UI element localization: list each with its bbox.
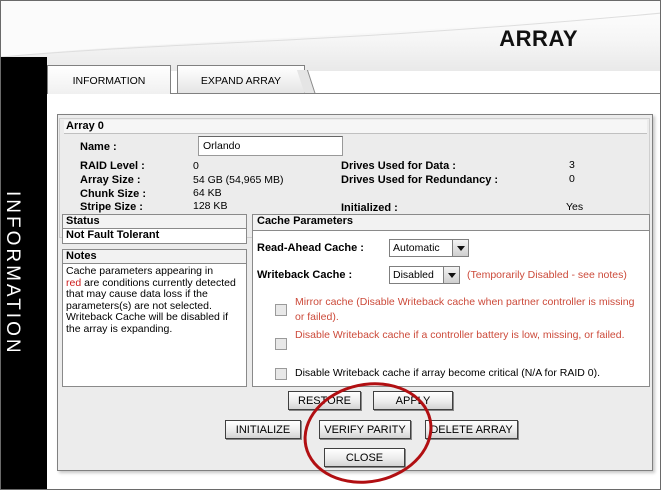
notes-heading: Notes bbox=[63, 250, 246, 264]
battery-label: Disable Writeback cache if a controller … bbox=[295, 329, 625, 341]
writeback-selected: Disabled bbox=[393, 269, 434, 281]
writeback-note: (Temporarily Disabled - see notes) bbox=[467, 269, 627, 281]
status-panel: Status Not Fault Tolerant bbox=[62, 214, 247, 244]
raid-level-label: RAID Level : bbox=[80, 160, 145, 172]
drives-data-label: Drives Used for Data : bbox=[341, 160, 456, 172]
stripe-size-label: Stripe Size : bbox=[80, 201, 143, 213]
writeback-select[interactable]: Disabled bbox=[389, 266, 460, 284]
chevron-down-icon[interactable] bbox=[452, 240, 468, 256]
notes-text-intro: Cache parameters appearing in bbox=[66, 265, 214, 277]
name-label: Name : bbox=[80, 141, 117, 153]
cache-heading: Cache Parameters bbox=[253, 215, 649, 231]
sidebar-label: INFORMATION bbox=[2, 191, 23, 356]
array-name-field[interactable]: Orlando bbox=[198, 136, 343, 156]
read-ahead-selected: Automatic bbox=[393, 242, 440, 254]
notes-text-body: are conditions currently detected that m… bbox=[66, 276, 236, 312]
read-ahead-select[interactable]: Automatic bbox=[389, 239, 469, 257]
notes-text-writeback: Writeback Cache will be disabled if the … bbox=[66, 311, 229, 335]
notes-red-word: red bbox=[66, 276, 82, 289]
tab-bar: INFORMATION EXPAND ARRAY bbox=[47, 65, 660, 94]
stripe-size-value: 128 KB bbox=[193, 200, 228, 212]
battery-checkbox[interactable] bbox=[275, 338, 287, 350]
writeback-label: Writeback Cache : bbox=[257, 269, 353, 281]
tab-information[interactable]: INFORMATION bbox=[47, 65, 171, 94]
mirror-cache-checkbox[interactable] bbox=[275, 304, 287, 316]
chunk-size-value: 64 KB bbox=[193, 187, 222, 199]
chevron-down-icon[interactable] bbox=[443, 267, 459, 283]
tab-expand-array[interactable]: EXPAND ARRAY bbox=[177, 65, 305, 94]
critical-label: Disable Writeback cache if array become … bbox=[295, 367, 600, 379]
array-title: Array 0 bbox=[64, 120, 647, 134]
drives-redundancy-value: 0 bbox=[569, 173, 575, 185]
critical-checkbox[interactable] bbox=[275, 368, 287, 380]
array-size-label: Array Size : bbox=[80, 174, 141, 186]
initialize-button[interactable]: INITIALIZE bbox=[225, 420, 301, 439]
sidebar: INFORMATION bbox=[1, 57, 47, 489]
chunk-size-label: Chunk Size : bbox=[80, 188, 147, 200]
status-heading: Status bbox=[63, 215, 246, 229]
page-title: ARRAY bbox=[499, 26, 578, 51]
array-size-value: 54 GB (54,965 MB) bbox=[193, 174, 284, 186]
delete-array-button[interactable]: DELETE ARRAY bbox=[425, 420, 518, 439]
array-window: ARRAY INFORMATION INFORMATION EXPAND ARR… bbox=[0, 0, 661, 490]
notes-text: Cache parameters appearing in red are co… bbox=[63, 264, 246, 338]
mirror-cache-label: Mirror cache (Disable Writeback cache wh… bbox=[295, 296, 635, 323]
notes-panel: Notes Cache parameters appearing in red … bbox=[62, 249, 247, 387]
drives-data-value: 3 bbox=[569, 159, 575, 171]
status-value: Not Fault Tolerant bbox=[66, 229, 160, 241]
raid-level-value: 0 bbox=[193, 160, 199, 172]
initialized-value: Yes bbox=[566, 201, 584, 213]
read-ahead-label: Read-Ahead Cache : bbox=[257, 242, 364, 254]
initialized-label: Initialized : bbox=[341, 202, 398, 214]
cache-parameters-panel: Cache Parameters Read-Ahead Cache : Auto… bbox=[252, 214, 650, 387]
drives-redundancy-label: Drives Used for Redundancy : bbox=[341, 174, 499, 186]
